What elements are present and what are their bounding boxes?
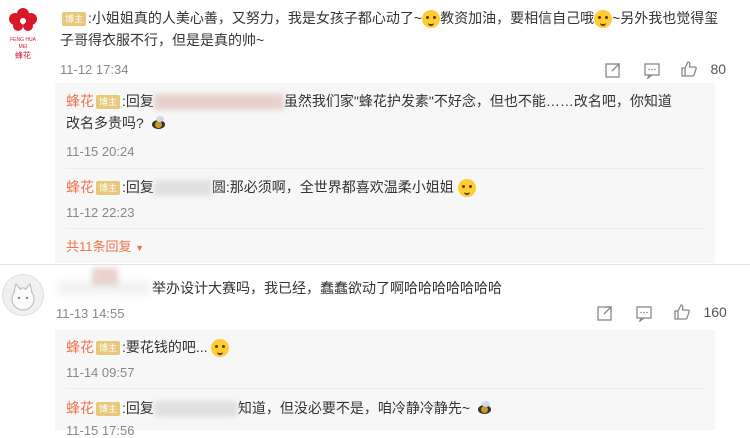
top-comment-time: 11-12 17:34 <box>60 62 129 77</box>
shocked-emoji-icon <box>211 339 230 358</box>
comment-icon <box>644 63 660 80</box>
redacted-username <box>153 401 238 418</box>
redacted-username <box>153 94 284 111</box>
reply-nick[interactable]: 蜂花 <box>66 93 94 109</box>
reply-text: 圆:那必须啊，全世界都喜欢温柔小姐姐 <box>211 179 454 195</box>
reply-item: 蜂花 博主:要花钱的吧... <box>66 336 706 358</box>
more-replies-label: 共11条回复 <box>66 239 132 254</box>
top-comment-like-count: 80 <box>710 61 727 77</box>
comment-button[interactable] <box>643 61 661 84</box>
author-badge: 博主 <box>96 341 120 356</box>
reply-text-line-2: 改名多贵吗? <box>66 115 144 131</box>
author-badge: 博主 <box>96 402 120 417</box>
comment-button[interactable] <box>635 304 653 327</box>
top-comment-text-2: 教资加油，要相信自己哦 <box>440 10 595 26</box>
reply-time: 11-14 09:57 <box>66 365 135 380</box>
flower-logo-icon <box>9 8 37 31</box>
reply-nick[interactable]: 蜂花 <box>66 400 94 416</box>
reply-prefix: :回复 <box>122 179 154 195</box>
reply-time: 11-15 17:56 <box>66 423 135 438</box>
author-badge: 博主 <box>96 181 120 196</box>
reply-text: :要花钱的吧... <box>122 339 208 355</box>
reply-time: 11-15 20:24 <box>66 144 135 159</box>
bee-emoji-icon <box>474 401 494 415</box>
more-replies-link[interactable]: 共11条回复 ▼ <box>66 236 144 255</box>
reply-item: 蜂花 博主:回复 圆:那必须啊，全世界都喜欢温柔小姐姐 <box>66 176 706 198</box>
forward-icon <box>597 306 612 321</box>
reply-time: 11-12 22:23 <box>66 205 135 220</box>
avatar[interactable] <box>2 274 44 316</box>
author-badge: 博主 <box>62 12 86 27</box>
second-comment-time: 11-13 14:55 <box>56 306 125 321</box>
smile-emoji-icon <box>422 10 441 29</box>
shy-emoji-icon <box>457 179 476 198</box>
divider <box>66 168 706 169</box>
comment-icon <box>636 306 652 323</box>
reply-text: 知道，但没必要不是，咱冷静冷静先~ <box>237 400 471 416</box>
redacted-username <box>153 180 212 197</box>
divider <box>66 388 706 389</box>
reply-nick[interactable]: 蜂花 <box>66 339 94 355</box>
top-comment-body: 博主:小姐姐真的人美心善，又努力，我是女孩子都心动了~ 教资加油，要相信自己哦 ~另… <box>60 7 720 51</box>
reply-text: 虽然我们家"蜂花护发素"不好念，但也不能……改名吧，你知道 <box>283 93 672 109</box>
caret-down-icon: ▼ <box>135 243 145 253</box>
logo-text-top: FENG HUA MEI <box>10 37 36 50</box>
forward-button[interactable] <box>604 61 622 84</box>
forward-button[interactable] <box>596 304 614 327</box>
smile-emoji-icon <box>594 10 613 29</box>
cat-avatar-icon <box>11 282 35 311</box>
divider <box>66 228 706 229</box>
like-icon <box>681 61 697 77</box>
author-badge: 博主 <box>96 95 120 110</box>
like-button[interactable]: 80 <box>680 60 726 78</box>
redacted-text <box>58 281 150 295</box>
forward-icon <box>605 63 620 78</box>
divider <box>0 264 750 265</box>
second-comment-text: 举办设计大赛吗，我已经，蠢蠢欲动了啊哈哈哈哈哈哈哈 <box>152 280 502 296</box>
logo-text-bottom: 蜂花 <box>15 51 31 60</box>
top-comment-text-1: :小姐姐真的人美心善，又努力，我是女孩子都心动了~ <box>88 10 423 26</box>
avatar-brand[interactable]: FENG HUA MEI 蜂花 <box>6 6 40 60</box>
second-comment-like-count: 160 <box>703 304 727 320</box>
like-button[interactable]: 160 <box>673 303 727 321</box>
reply-prefix: :回复 <box>122 400 154 416</box>
reply-prefix: :回复 <box>122 93 154 109</box>
reply-item: 蜂花 博主:回复 虽然我们家"蜂花护发素"不好念，但也不能……改名吧，你知道 改名多… <box>66 90 706 134</box>
bee-emoji-icon <box>148 116 168 130</box>
reply-item: 蜂花 博主:回复 知道，但没必要不是，咱冷静冷静先~ <box>66 397 706 419</box>
like-icon <box>674 304 690 320</box>
reply-nick[interactable]: 蜂花 <box>66 179 94 195</box>
